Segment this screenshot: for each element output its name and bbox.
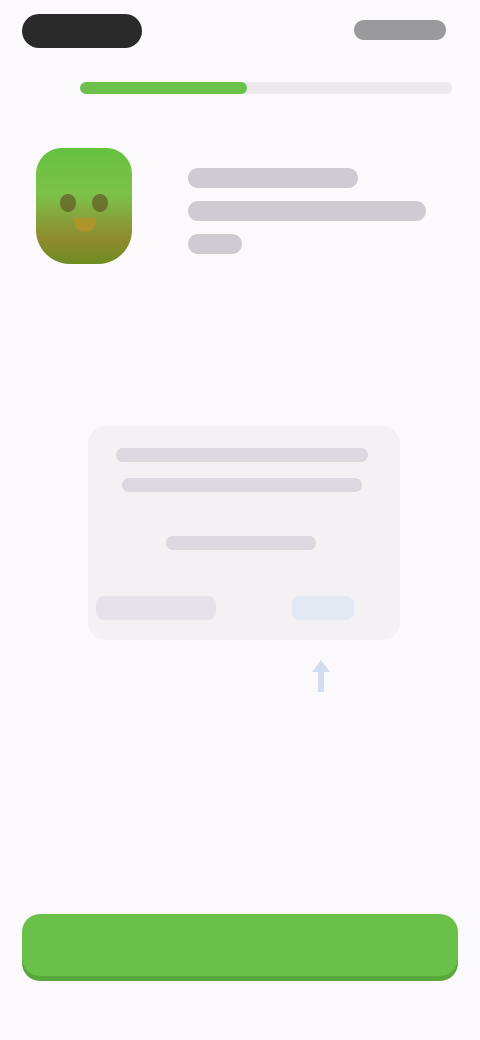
status-bar: [0, 0, 480, 60]
prompt-line: [166, 536, 316, 550]
lesson-screen: [0, 0, 480, 1040]
prompt-card: [88, 426, 400, 640]
pointer-icon: [308, 658, 334, 696]
speech-line: [188, 201, 426, 221]
answer-option[interactable]: [292, 596, 354, 620]
prompt-line: [122, 478, 362, 492]
speech-line: [188, 234, 242, 254]
continue-button[interactable]: [22, 914, 458, 976]
mascot-eye-left: [60, 194, 76, 212]
mascot-icon: [36, 148, 132, 264]
lesson-progress-bar: [80, 82, 452, 94]
answer-option[interactable]: [96, 596, 216, 620]
prompt-line: [116, 448, 368, 462]
status-time: [22, 14, 142, 48]
mascot-eye-right: [92, 194, 108, 212]
lesson-progress-fill: [80, 82, 248, 94]
speech-line: [188, 168, 358, 188]
mascot-beak: [74, 218, 96, 232]
status-icons: [354, 20, 446, 40]
mascot-speech: [188, 168, 444, 267]
